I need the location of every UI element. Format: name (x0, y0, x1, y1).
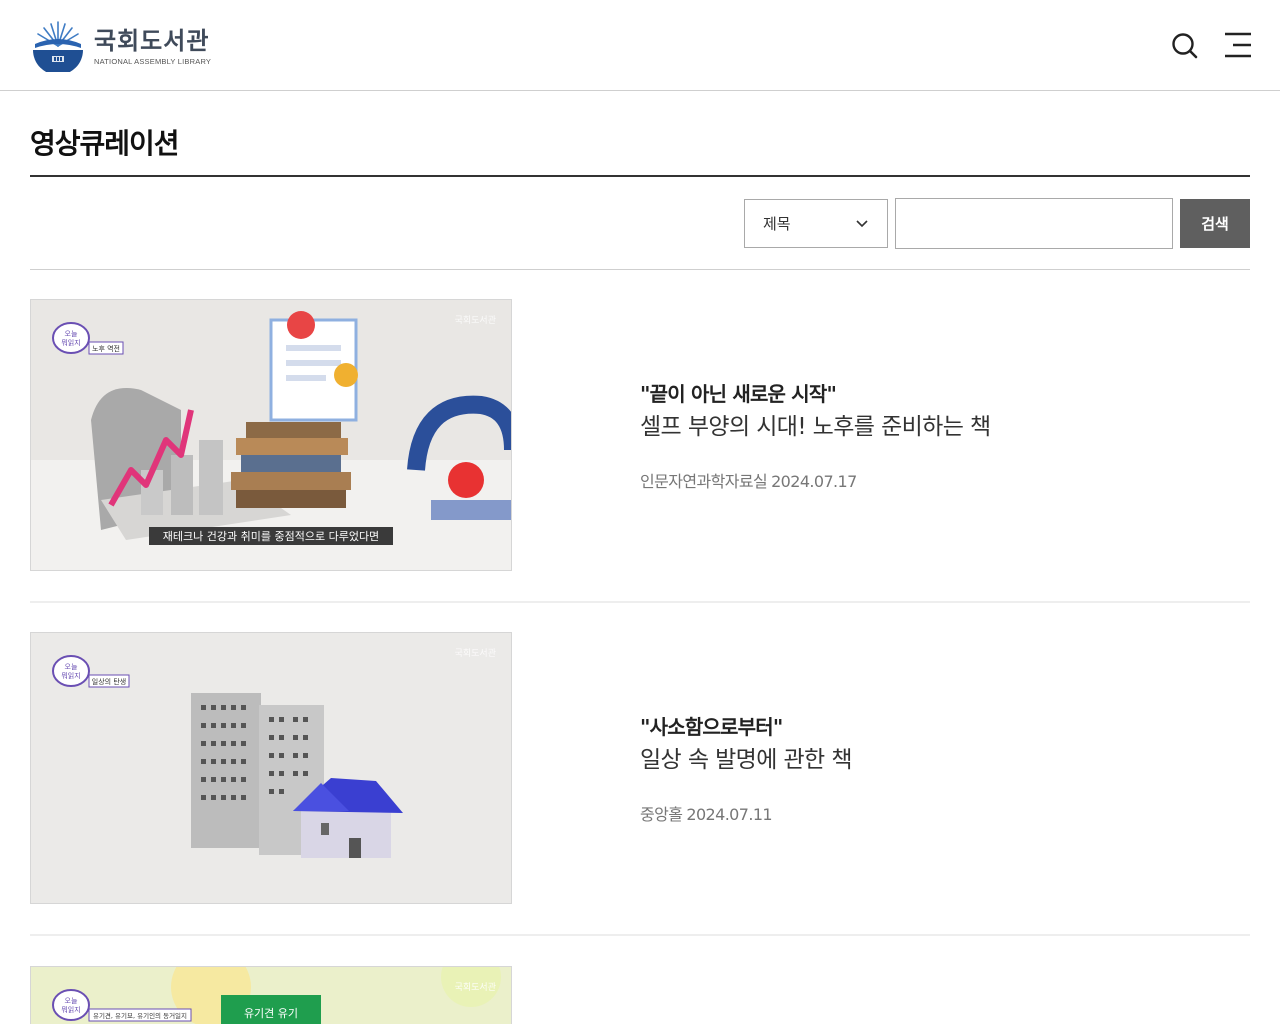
item-quote-title[interactable]: "끝이 아닌 새로운 시작" (640, 379, 991, 409)
item-text-block: "끝이 아닌 새로운 시작" 셀프 부양의 시대! 노후를 준비하는 책 인문자… (640, 379, 991, 492)
search-icon (1172, 33, 1198, 59)
thumbnail-watermark: 국회도서관 (455, 315, 496, 326)
item-divider (30, 601, 1250, 603)
video-thumbnail[interactable]: 유기견 유기 오늘 뭐읽지 유기견, 유기묘, 유기인의 동거일지 국회도서관 (30, 966, 512, 1024)
item-date: 2024.07.11 (686, 805, 772, 824)
thumbnail-corner-label: 노후 역전 (92, 344, 120, 353)
thumbnail-badge-text: 뭐읽지 (61, 1005, 80, 1014)
header-search-button[interactable] (1168, 28, 1202, 62)
thumbnail-watermark: 국회도서관 (455, 982, 496, 993)
search-field-selected-value: 제목 (763, 215, 791, 233)
chevron-down-icon (856, 220, 868, 228)
item-meta: 중앙홀 2024.07.11 (640, 801, 852, 825)
thumbnail-caption: 재테크나 건강과 취미를 중점적으로 다루었다면 (163, 530, 379, 543)
item-quote-title[interactable]: "사소함으로부터" (640, 712, 852, 742)
title-divider (30, 175, 1250, 177)
item-divider (30, 934, 1250, 936)
thumbnail-badge-text: 오늘 (65, 997, 78, 1005)
site-logo[interactable]: 국회도서관 NATIONAL ASSEMBLY LIBRARY (32, 20, 211, 72)
page-title: 영상큐레이션 (30, 127, 180, 160)
item-subtitle[interactable]: 셀프 부양의 시대! 노후를 준비하는 책 (640, 410, 991, 444)
item-meta: 인문자연과학자료실 2024.07.17 (640, 468, 991, 492)
video-thumbnail[interactable]: 오늘 뭐읽지 일상의 탄생 국회도서관 (30, 632, 512, 904)
search-submit-button[interactable]: 검색 (1180, 199, 1250, 248)
header-menu-button[interactable] (1221, 28, 1255, 62)
item-location: 중앙홀 (640, 805, 683, 824)
thumbnail-badge-text: 뭐읽지 (61, 338, 80, 347)
item-location: 인문자연과학자료실 (640, 472, 768, 491)
thumbnail-book-cover-text: 유기견 유기 (244, 1007, 298, 1020)
thumbnail-image: 오늘 뭐읽지 일상의 탄생 국회도서관 (31, 633, 511, 903)
library-emblem-icon (33, 21, 83, 72)
thumbnail-badge-text: 뭐읽지 (61, 671, 80, 680)
item-date: 2024.07.17 (771, 472, 857, 491)
search-field-select[interactable]: 제목 (744, 199, 888, 248)
thumbnail-corner-label: 일상의 탄생 (92, 677, 126, 686)
thumbnail-badge-text: 오늘 (65, 330, 78, 338)
search-input[interactable] (895, 198, 1173, 249)
thumbnail-image: 유기견 유기 오늘 뭐읽지 유기견, 유기묘, 유기인의 동거일지 국회도서관 (31, 967, 511, 1024)
thumbnail-image: 오늘 뭐읽지 노후 역전 국회도서관 재테크나 건강과 취미를 중점적으로 다루… (31, 300, 511, 570)
logo-korean-text: 국회도서관 (94, 26, 210, 55)
logo-english-text: NATIONAL ASSEMBLY LIBRARY (94, 56, 212, 66)
thumbnail-watermark: 국회도서관 (455, 648, 496, 659)
video-thumbnail[interactable]: 오늘 뭐읽지 노후 역전 국회도서관 재테크나 건강과 취미를 중점적으로 다루… (30, 299, 512, 571)
item-text-block: "사소함으로부터" 일상 속 발명에 관한 책 중앙홀 2024.07.11 (640, 712, 852, 825)
item-subtitle[interactable]: 일상 속 발명에 관한 책 (640, 743, 852, 777)
thumbnail-corner-label: 유기견, 유기묘, 유기인의 동거일지 (93, 1011, 187, 1020)
hamburger-menu-icon (1225, 32, 1251, 58)
search-divider (30, 269, 1250, 270)
site-header: 국회도서관 NATIONAL ASSEMBLY LIBRARY (0, 0, 1280, 91)
thumbnail-badge-text: 오늘 (65, 663, 78, 671)
